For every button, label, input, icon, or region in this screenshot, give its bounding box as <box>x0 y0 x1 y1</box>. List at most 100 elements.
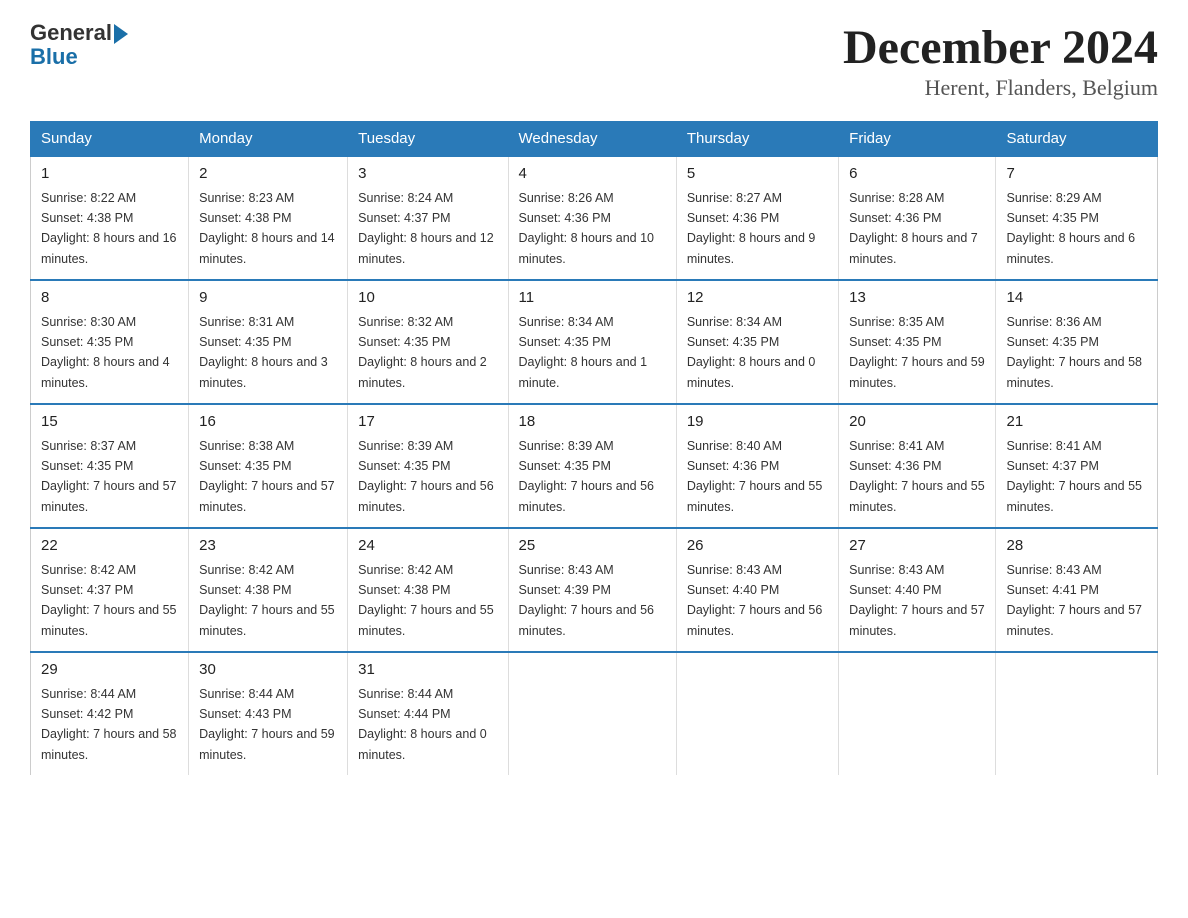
day-number: 28 <box>1006 535 1147 558</box>
calendar-cell: 1 Sunrise: 8:22 AMSunset: 4:38 PMDayligh… <box>31 156 189 280</box>
day-number: 24 <box>358 535 497 558</box>
calendar-cell: 5 Sunrise: 8:27 AMSunset: 4:36 PMDayligh… <box>676 156 838 280</box>
day-info: Sunrise: 8:30 AMSunset: 4:35 PMDaylight:… <box>41 315 170 390</box>
calendar-cell <box>508 652 676 775</box>
day-info: Sunrise: 8:36 AMSunset: 4:35 PMDaylight:… <box>1006 315 1142 390</box>
calendar-week-row: 15 Sunrise: 8:37 AMSunset: 4:35 PMDaylig… <box>31 404 1158 528</box>
day-number: 15 <box>41 411 178 434</box>
calendar-week-row: 8 Sunrise: 8:30 AMSunset: 4:35 PMDayligh… <box>31 280 1158 404</box>
day-info: Sunrise: 8:27 AMSunset: 4:36 PMDaylight:… <box>687 191 816 266</box>
calendar-cell <box>839 652 996 775</box>
day-info: Sunrise: 8:34 AMSunset: 4:35 PMDaylight:… <box>687 315 816 390</box>
day-info: Sunrise: 8:42 AMSunset: 4:38 PMDaylight:… <box>199 563 335 638</box>
page-header: General Blue December 2024 Herent, Fland… <box>30 20 1158 101</box>
day-number: 13 <box>849 287 985 310</box>
day-info: Sunrise: 8:24 AMSunset: 4:37 PMDaylight:… <box>358 191 494 266</box>
day-number: 26 <box>687 535 828 558</box>
day-number: 31 <box>358 659 497 682</box>
day-number: 8 <box>41 287 178 310</box>
day-number: 19 <box>687 411 828 434</box>
calendar-cell: 30 Sunrise: 8:44 AMSunset: 4:43 PMDaylig… <box>189 652 348 775</box>
calendar-cell: 11 Sunrise: 8:34 AMSunset: 4:35 PMDaylig… <box>508 280 676 404</box>
logo: General Blue <box>30 20 128 70</box>
day-info: Sunrise: 8:40 AMSunset: 4:36 PMDaylight:… <box>687 439 823 514</box>
day-number: 11 <box>519 287 666 310</box>
calendar-cell: 15 Sunrise: 8:37 AMSunset: 4:35 PMDaylig… <box>31 404 189 528</box>
day-info: Sunrise: 8:41 AMSunset: 4:36 PMDaylight:… <box>849 439 985 514</box>
day-number: 10 <box>358 287 497 310</box>
calendar-cell: 14 Sunrise: 8:36 AMSunset: 4:35 PMDaylig… <box>996 280 1158 404</box>
calendar-cell: 2 Sunrise: 8:23 AMSunset: 4:38 PMDayligh… <box>189 156 348 280</box>
day-info: Sunrise: 8:38 AMSunset: 4:35 PMDaylight:… <box>199 439 335 514</box>
day-info: Sunrise: 8:42 AMSunset: 4:37 PMDaylight:… <box>41 563 177 638</box>
location-subtitle: Herent, Flanders, Belgium <box>843 75 1158 101</box>
day-number: 5 <box>687 163 828 186</box>
day-info: Sunrise: 8:43 AMSunset: 4:41 PMDaylight:… <box>1006 563 1142 638</box>
calendar-cell: 24 Sunrise: 8:42 AMSunset: 4:38 PMDaylig… <box>348 528 508 652</box>
day-info: Sunrise: 8:44 AMSunset: 4:43 PMDaylight:… <box>199 687 335 762</box>
calendar-cell: 3 Sunrise: 8:24 AMSunset: 4:37 PMDayligh… <box>348 156 508 280</box>
calendar-cell: 22 Sunrise: 8:42 AMSunset: 4:37 PMDaylig… <box>31 528 189 652</box>
day-number: 25 <box>519 535 666 558</box>
day-info: Sunrise: 8:42 AMSunset: 4:38 PMDaylight:… <box>358 563 494 638</box>
day-info: Sunrise: 8:43 AMSunset: 4:39 PMDaylight:… <box>519 563 655 638</box>
day-number: 20 <box>849 411 985 434</box>
day-info: Sunrise: 8:28 AMSunset: 4:36 PMDaylight:… <box>849 191 978 266</box>
day-number: 4 <box>519 163 666 186</box>
calendar-cell: 13 Sunrise: 8:35 AMSunset: 4:35 PMDaylig… <box>839 280 996 404</box>
calendar-header-thursday: Thursday <box>676 122 838 157</box>
day-number: 12 <box>687 287 828 310</box>
calendar-cell: 17 Sunrise: 8:39 AMSunset: 4:35 PMDaylig… <box>348 404 508 528</box>
logo-blue-text: Blue <box>30 44 78 70</box>
calendar-cell: 23 Sunrise: 8:42 AMSunset: 4:38 PMDaylig… <box>189 528 348 652</box>
day-number: 23 <box>199 535 337 558</box>
calendar-cell: 9 Sunrise: 8:31 AMSunset: 4:35 PMDayligh… <box>189 280 348 404</box>
day-info: Sunrise: 8:44 AMSunset: 4:42 PMDaylight:… <box>41 687 177 762</box>
calendar-cell <box>676 652 838 775</box>
calendar-cell: 21 Sunrise: 8:41 AMSunset: 4:37 PMDaylig… <box>996 404 1158 528</box>
day-info: Sunrise: 8:44 AMSunset: 4:44 PMDaylight:… <box>358 687 487 762</box>
day-number: 7 <box>1006 163 1147 186</box>
day-info: Sunrise: 8:41 AMSunset: 4:37 PMDaylight:… <box>1006 439 1142 514</box>
day-number: 6 <box>849 163 985 186</box>
logo-arrow-icon <box>114 24 128 44</box>
day-number: 18 <box>519 411 666 434</box>
day-info: Sunrise: 8:31 AMSunset: 4:35 PMDaylight:… <box>199 315 328 390</box>
day-info: Sunrise: 8:43 AMSunset: 4:40 PMDaylight:… <box>849 563 985 638</box>
day-info: Sunrise: 8:29 AMSunset: 4:35 PMDaylight:… <box>1006 191 1135 266</box>
title-block: December 2024 Herent, Flanders, Belgium <box>843 20 1158 101</box>
calendar-week-row: 1 Sunrise: 8:22 AMSunset: 4:38 PMDayligh… <box>31 156 1158 280</box>
calendar-week-row: 29 Sunrise: 8:44 AMSunset: 4:42 PMDaylig… <box>31 652 1158 775</box>
calendar-header-saturday: Saturday <box>996 122 1158 157</box>
day-info: Sunrise: 8:23 AMSunset: 4:38 PMDaylight:… <box>199 191 335 266</box>
calendar-table: SundayMondayTuesdayWednesdayThursdayFrid… <box>30 121 1158 775</box>
day-info: Sunrise: 8:34 AMSunset: 4:35 PMDaylight:… <box>519 315 648 390</box>
day-info: Sunrise: 8:39 AMSunset: 4:35 PMDaylight:… <box>358 439 494 514</box>
calendar-cell <box>996 652 1158 775</box>
month-year-title: December 2024 <box>843 20 1158 75</box>
day-info: Sunrise: 8:26 AMSunset: 4:36 PMDaylight:… <box>519 191 655 266</box>
calendar-header-wednesday: Wednesday <box>508 122 676 157</box>
day-info: Sunrise: 8:39 AMSunset: 4:35 PMDaylight:… <box>519 439 655 514</box>
day-number: 17 <box>358 411 497 434</box>
day-number: 30 <box>199 659 337 682</box>
calendar-cell: 28 Sunrise: 8:43 AMSunset: 4:41 PMDaylig… <box>996 528 1158 652</box>
logo-general-text: General <box>30 20 112 46</box>
day-number: 29 <box>41 659 178 682</box>
day-info: Sunrise: 8:37 AMSunset: 4:35 PMDaylight:… <box>41 439 177 514</box>
calendar-cell: 4 Sunrise: 8:26 AMSunset: 4:36 PMDayligh… <box>508 156 676 280</box>
day-number: 22 <box>41 535 178 558</box>
calendar-cell: 27 Sunrise: 8:43 AMSunset: 4:40 PMDaylig… <box>839 528 996 652</box>
calendar-cell: 10 Sunrise: 8:32 AMSunset: 4:35 PMDaylig… <box>348 280 508 404</box>
calendar-cell: 6 Sunrise: 8:28 AMSunset: 4:36 PMDayligh… <box>839 156 996 280</box>
calendar-cell: 16 Sunrise: 8:38 AMSunset: 4:35 PMDaylig… <box>189 404 348 528</box>
calendar-cell: 7 Sunrise: 8:29 AMSunset: 4:35 PMDayligh… <box>996 156 1158 280</box>
day-number: 9 <box>199 287 337 310</box>
calendar-cell: 20 Sunrise: 8:41 AMSunset: 4:36 PMDaylig… <box>839 404 996 528</box>
calendar-cell: 12 Sunrise: 8:34 AMSunset: 4:35 PMDaylig… <box>676 280 838 404</box>
calendar-cell: 19 Sunrise: 8:40 AMSunset: 4:36 PMDaylig… <box>676 404 838 528</box>
day-number: 14 <box>1006 287 1147 310</box>
day-number: 27 <box>849 535 985 558</box>
day-info: Sunrise: 8:43 AMSunset: 4:40 PMDaylight:… <box>687 563 823 638</box>
calendar-cell: 31 Sunrise: 8:44 AMSunset: 4:44 PMDaylig… <box>348 652 508 775</box>
